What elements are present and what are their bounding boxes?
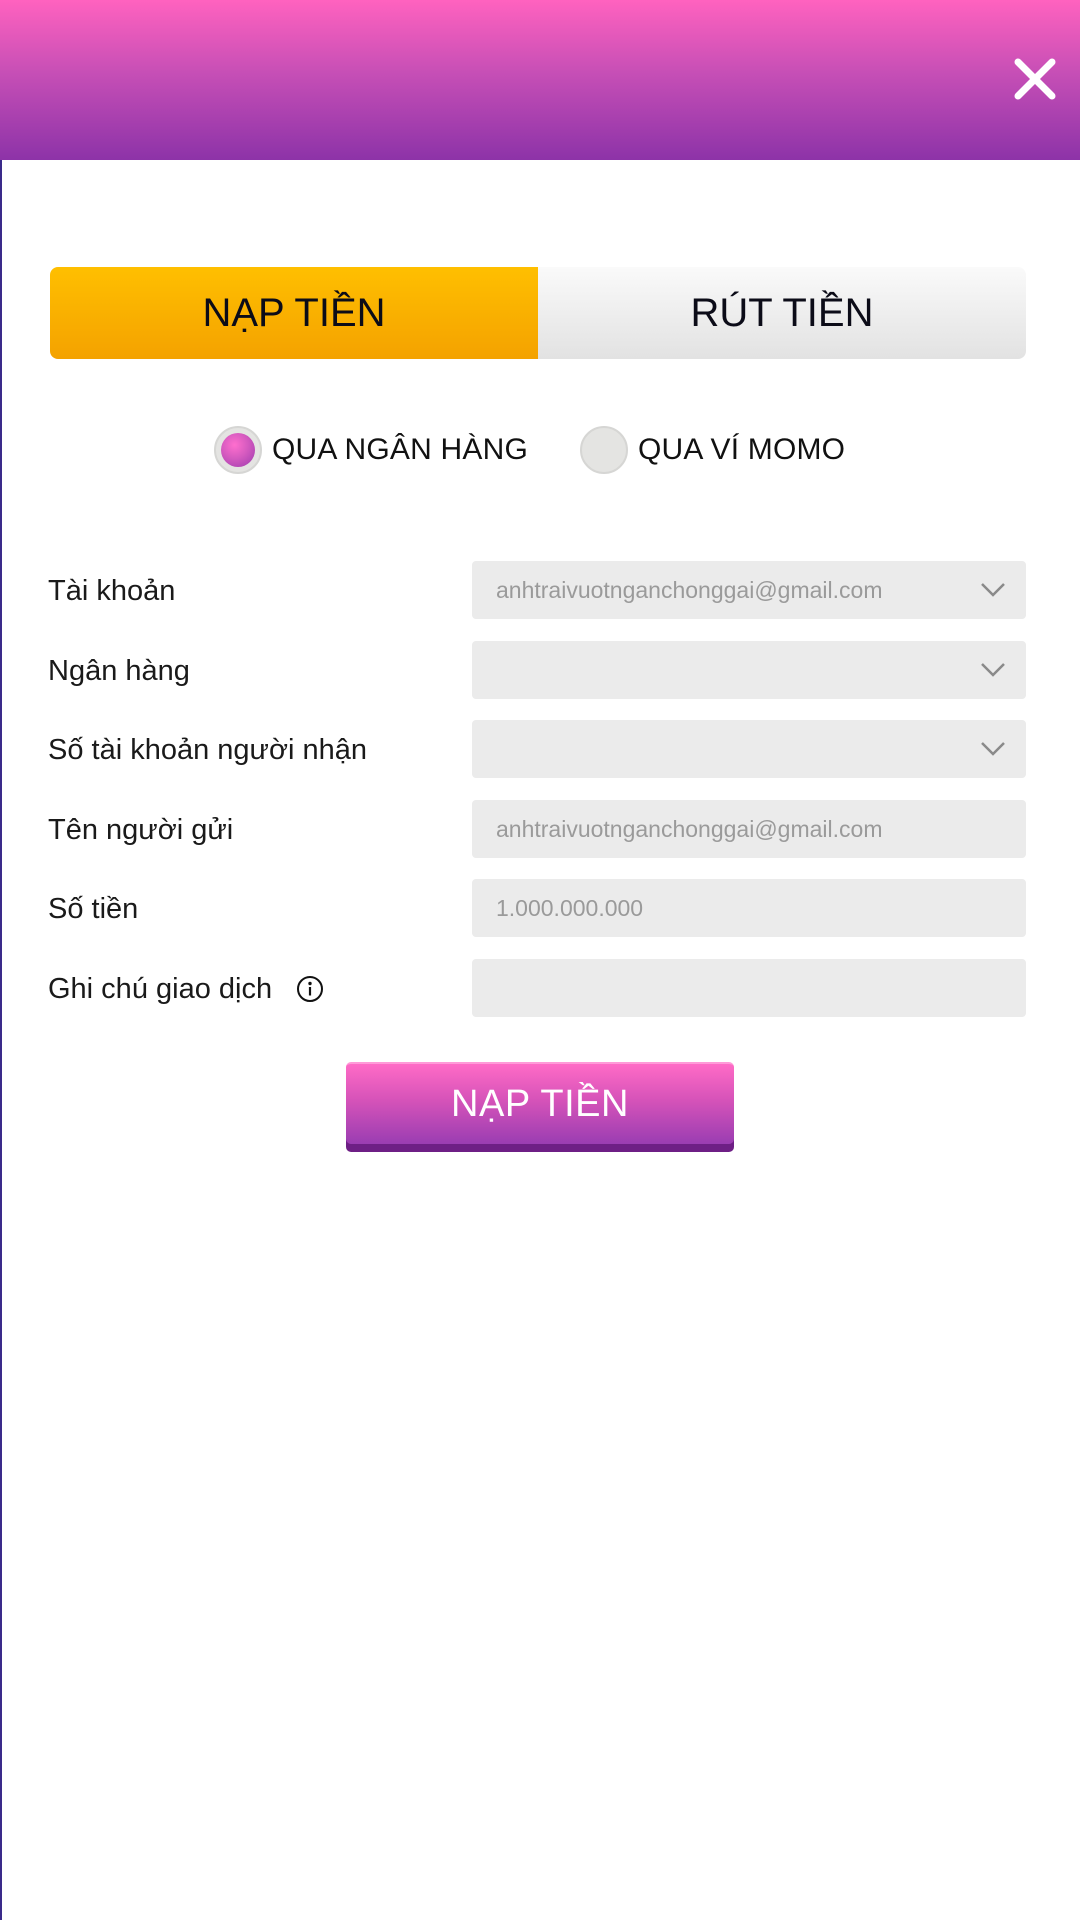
chevron-down-icon bbox=[981, 663, 1005, 677]
radio-momo-label: QUA VÍ MOMO bbox=[638, 433, 846, 466]
form-row-bank: Ngân hàng bbox=[0, 641, 1080, 701]
amount-input[interactable]: 1.000.000.000 bbox=[472, 879, 1026, 937]
note-label: Ghi chú giao dịch bbox=[48, 972, 273, 1005]
bank-label: Ngân hàng bbox=[48, 654, 190, 687]
account-select[interactable]: anhtraivuotnganchonggai@gmail.com bbox=[472, 561, 1026, 619]
radio-selected-dot bbox=[221, 433, 255, 467]
sender-name-input[interactable]: anhtraivuotnganchonggai@gmail.com bbox=[472, 800, 1026, 858]
deposit-submit-button[interactable]: NẠP TIỀN bbox=[346, 1062, 734, 1152]
chevron-down-icon bbox=[981, 742, 1005, 756]
close-icon[interactable] bbox=[1012, 56, 1058, 102]
form-row-note: Ghi chú giao dịch bbox=[0, 959, 1080, 1019]
radio-momo[interactable]: QUA VÍ MOMO bbox=[580, 422, 845, 478]
tab-bar: NẠP TIỀN RÚT TIỀN bbox=[50, 267, 1026, 359]
amount-placeholder: 1.000.000.000 bbox=[496, 894, 644, 921]
radio-bank-label: QUA NGÂN HÀNG bbox=[272, 433, 528, 466]
form-row-recipient-account: Số tài khoản người nhận bbox=[0, 720, 1080, 780]
tab-withdraw[interactable]: RÚT TIỀN bbox=[538, 267, 1026, 359]
note-input[interactable] bbox=[472, 959, 1026, 1017]
account-label: Tài khoản bbox=[48, 574, 176, 607]
sender-name-placeholder: anhtraivuotnganchonggai@gmail.com bbox=[496, 815, 883, 842]
account-value: anhtraivuotnganchonggai@gmail.com bbox=[496, 576, 883, 603]
form-row-sender-name: Tên người gửi anhtraivuotnganchonggai@gm… bbox=[0, 800, 1080, 860]
radio-button-unselected[interactable] bbox=[580, 426, 628, 474]
bank-select[interactable] bbox=[472, 641, 1026, 699]
tab-deposit[interactable]: NẠP TIỀN bbox=[50, 267, 538, 359]
payment-method-group: QUA NGÂN HÀNG QUA VÍ MOMO bbox=[0, 422, 1080, 478]
radio-bank[interactable]: QUA NGÂN HÀNG bbox=[214, 422, 528, 478]
form-row-account: Tài khoản anhtraivuotnganchonggai@gmail.… bbox=[0, 561, 1080, 621]
button-face[interactable]: NẠP TIỀN bbox=[346, 1062, 734, 1144]
info-icon[interactable] bbox=[296, 975, 324, 1003]
header-bar bbox=[0, 0, 1080, 160]
recipient-account-select[interactable] bbox=[472, 720, 1026, 778]
submit-label: NẠP TIỀN bbox=[451, 1082, 629, 1125]
sender-name-label: Tên người gửi bbox=[48, 813, 234, 846]
chevron-down-icon bbox=[981, 583, 1005, 597]
amount-label: Số tiền bbox=[48, 892, 139, 925]
radio-button-selected[interactable] bbox=[214, 426, 262, 474]
form-row-amount: Số tiền 1.000.000.000 bbox=[0, 879, 1080, 939]
recipient-account-label: Số tài khoản người nhận bbox=[48, 733, 367, 766]
note-label-wrap: Ghi chú giao dịch bbox=[48, 959, 324, 1019]
